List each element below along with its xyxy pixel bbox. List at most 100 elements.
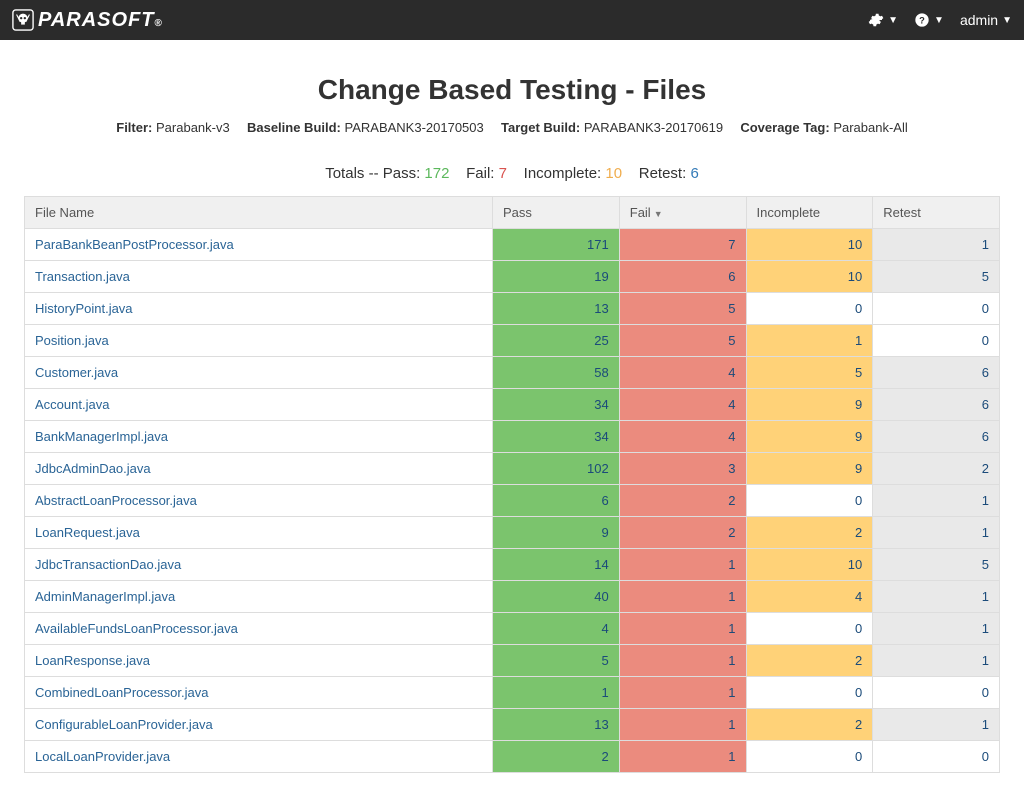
table-row: LoanResponse.java5121: [25, 645, 1000, 677]
file-link[interactable]: CombinedLoanProcessor.java: [35, 685, 208, 700]
pass-cell: 58: [493, 357, 620, 389]
incomplete-cell: 5: [746, 357, 873, 389]
file-cell: BankManagerImpl.java: [25, 421, 493, 453]
incomplete-cell: 10: [746, 229, 873, 261]
table-row: Position.java25510: [25, 325, 1000, 357]
col-pass[interactable]: Pass: [493, 197, 620, 229]
col-fail[interactable]: Fail▼: [619, 197, 746, 229]
file-cell: AvailableFundsLoanProcessor.java: [25, 613, 493, 645]
pass-cell: 25: [493, 325, 620, 357]
retest-cell: 1: [873, 645, 1000, 677]
totals-line: Totals -- Pass: 172 Fail: 7 Incomplete: …: [24, 165, 1000, 182]
fail-cell: 4: [619, 389, 746, 421]
pass-cell: 13: [493, 709, 620, 741]
pass-cell: 2: [493, 741, 620, 773]
file-cell: AbstractLoanProcessor.java: [25, 485, 493, 517]
file-link[interactable]: Customer.java: [35, 365, 118, 380]
retest-count: 6: [690, 165, 698, 182]
table-header-row: File Name Pass Fail▼ Incomplete Retest: [25, 197, 1000, 229]
file-link[interactable]: LoanRequest.java: [35, 525, 140, 540]
file-link[interactable]: AvailableFundsLoanProcessor.java: [35, 621, 238, 636]
table-row: Transaction.java196105: [25, 261, 1000, 293]
file-link[interactable]: JdbcTransactionDao.java: [35, 557, 181, 572]
caret-down-icon: ▼: [1002, 15, 1012, 26]
fail-cell: 2: [619, 517, 746, 549]
incomplete-cell: 2: [746, 709, 873, 741]
baseline-label: Baseline Build:: [247, 120, 341, 135]
logo[interactable]: PARASOFT®: [12, 9, 163, 32]
totals-prefix: Totals --: [325, 165, 383, 182]
file-cell: Position.java: [25, 325, 493, 357]
file-link[interactable]: BankManagerImpl.java: [35, 429, 168, 444]
user-menu[interactable]: admin ▼: [960, 12, 1012, 28]
file-cell: ParaBankBeanPostProcessor.java: [25, 229, 493, 261]
incomplete-cell: 4: [746, 581, 873, 613]
sort-desc-icon: ▼: [654, 209, 663, 219]
incomplete-cell: 10: [746, 549, 873, 581]
table-row: ConfigurableLoanProvider.java13121: [25, 709, 1000, 741]
retest-cell: 0: [873, 677, 1000, 709]
fail-count: 7: [499, 165, 507, 182]
col-file[interactable]: File Name: [25, 197, 493, 229]
fail-cell: 1: [619, 645, 746, 677]
pass-cell: 171: [493, 229, 620, 261]
page-content: Change Based Testing - Files Filter: Par…: [0, 40, 1024, 793]
file-link[interactable]: Position.java: [35, 333, 109, 348]
fail-cell: 5: [619, 325, 746, 357]
help-icon: ?: [914, 12, 930, 28]
file-link[interactable]: AdminManagerImpl.java: [35, 589, 175, 604]
file-link[interactable]: AbstractLoanProcessor.java: [35, 493, 197, 508]
incomplete-cell: 9: [746, 453, 873, 485]
fail-cell: 1: [619, 581, 746, 613]
col-incomplete[interactable]: Incomplete: [746, 197, 873, 229]
table-row: CombinedLoanProcessor.java1100: [25, 677, 1000, 709]
settings-menu[interactable]: ▼: [868, 12, 898, 28]
baseline-value: PARABANK3-20170503: [345, 120, 484, 135]
file-link[interactable]: LocalLoanProvider.java: [35, 749, 170, 764]
fail-cell: 6: [619, 261, 746, 293]
file-link[interactable]: LoanResponse.java: [35, 653, 150, 668]
retest-cell: 5: [873, 261, 1000, 293]
retest-cell: 5: [873, 549, 1000, 581]
file-link[interactable]: HistoryPoint.java: [35, 301, 133, 316]
retest-cell: 1: [873, 229, 1000, 261]
table-row: JdbcAdminDao.java102392: [25, 453, 1000, 485]
svg-text:?: ?: [919, 15, 925, 25]
incomplete-cell: 10: [746, 261, 873, 293]
coverage-label: Coverage Tag:: [740, 120, 829, 135]
brand-text: PARASOFT®: [38, 9, 163, 32]
col-retest[interactable]: Retest: [873, 197, 1000, 229]
retest-cell: 6: [873, 421, 1000, 453]
table-row: Account.java34496: [25, 389, 1000, 421]
file-cell: AdminManagerImpl.java: [25, 581, 493, 613]
incomplete-cell: 0: [746, 293, 873, 325]
pass-cell: 9: [493, 517, 620, 549]
table-row: AdminManagerImpl.java40141: [25, 581, 1000, 613]
fail-cell: 4: [619, 357, 746, 389]
file-link[interactable]: JdbcAdminDao.java: [35, 461, 151, 476]
incomplete-cell: 0: [746, 485, 873, 517]
pass-cell: 6: [493, 485, 620, 517]
retest-cell: 6: [873, 357, 1000, 389]
file-link[interactable]: Transaction.java: [35, 269, 130, 284]
help-menu[interactable]: ? ▼: [914, 12, 944, 28]
table-row: BankManagerImpl.java34496: [25, 421, 1000, 453]
pass-cell: 14: [493, 549, 620, 581]
fail-cell: 1: [619, 549, 746, 581]
table-row: AvailableFundsLoanProcessor.java4101: [25, 613, 1000, 645]
retest-cell: 0: [873, 741, 1000, 773]
pass-count: 172: [424, 165, 449, 182]
files-table: File Name Pass Fail▼ Incomplete Retest P…: [24, 196, 1000, 773]
fail-cell: 5: [619, 293, 746, 325]
fail-label: Fail:: [466, 165, 494, 182]
meta-line: Filter: Parabank-v3 Baseline Build: PARA…: [24, 120, 1000, 135]
fail-cell: 1: [619, 709, 746, 741]
file-link[interactable]: ParaBankBeanPostProcessor.java: [35, 237, 234, 252]
file-cell: Account.java: [25, 389, 493, 421]
file-link[interactable]: ConfigurableLoanProvider.java: [35, 717, 213, 732]
table-row: LoanRequest.java9221: [25, 517, 1000, 549]
retest-cell: 1: [873, 613, 1000, 645]
file-cell: JdbcTransactionDao.java: [25, 549, 493, 581]
retest-cell: 1: [873, 517, 1000, 549]
file-link[interactable]: Account.java: [35, 397, 109, 412]
